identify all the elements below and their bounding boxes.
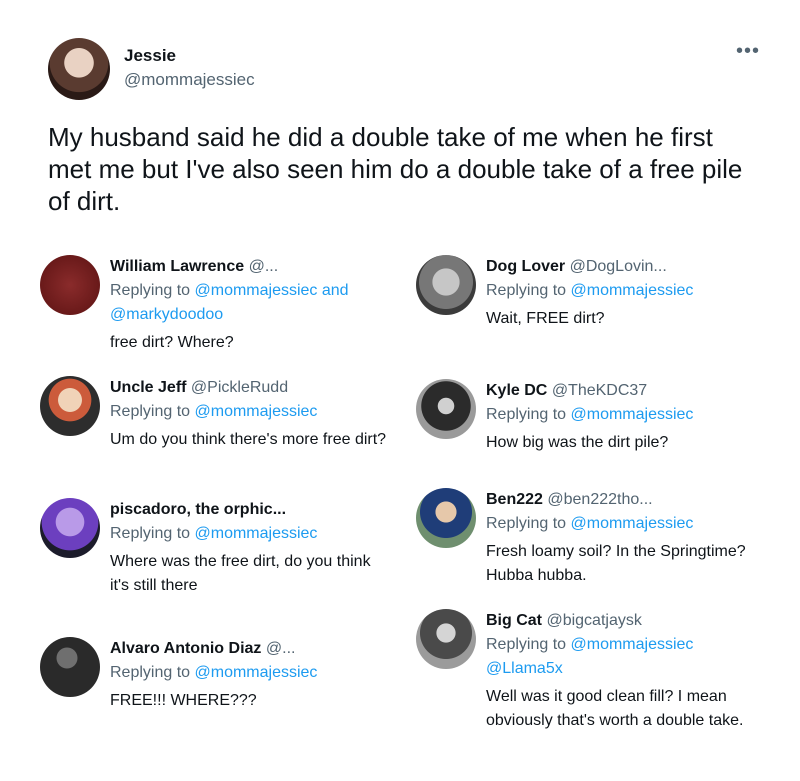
reply-avatar[interactable]	[416, 379, 476, 439]
tweet-header: Jessie @mommajessiec •••	[48, 38, 768, 102]
replying-prefix: Replying to	[110, 525, 191, 542]
reply-avatar[interactable]	[416, 488, 476, 548]
reply-name[interactable]: Kyle DC	[486, 382, 547, 399]
reply-mentions[interactable]: @mommajessiec	[195, 403, 318, 420]
reply-handle[interactable]: @PickleRudd	[191, 379, 288, 396]
reply-handle[interactable]: @...	[249, 258, 279, 275]
tweet-text: My husband said he did a double take of …	[48, 122, 743, 216]
reply-avatar[interactable]	[40, 255, 100, 315]
reply-name[interactable]: Big Cat	[486, 612, 542, 629]
replying-prefix: Replying to	[110, 403, 191, 420]
reply-handle[interactable]: @DogLovin...	[570, 258, 667, 275]
reply-handle[interactable]: @...	[266, 640, 296, 657]
reply-content: Dog Lover @DogLovin... Replying to @momm…	[486, 255, 766, 331]
reply-text: Wait, FREE dirt?	[486, 310, 605, 327]
reply-mentions[interactable]: @mommajessiec	[571, 282, 694, 299]
replying-prefix: Replying to	[110, 664, 191, 681]
reply-name[interactable]: Alvaro Antonio Diaz	[110, 640, 261, 657]
reply-content: Alvaro Antonio Diaz @... Replying to @mo…	[110, 637, 390, 713]
reply-name[interactable]: Dog Lover	[486, 258, 565, 275]
author-avatar[interactable]	[48, 38, 110, 100]
replying-prefix: Replying to	[486, 636, 567, 653]
reply-text: Um do you think there's more free dirt?	[110, 431, 387, 448]
reply-avatar[interactable]	[416, 255, 476, 315]
reply-avatar[interactable]	[40, 376, 100, 436]
more-horizontal-icon[interactable]: •••	[736, 40, 760, 63]
reply-content: William Lawrence @... Replying to @momma…	[110, 255, 390, 355]
reply-avatar[interactable]	[416, 609, 476, 669]
reply-avatar[interactable]	[40, 637, 100, 697]
reply-text: free dirt? Where?	[110, 334, 234, 351]
reply-mentions[interactable]: @mommajessiec	[571, 406, 694, 423]
reply-handle[interactable]: @bigcatjaysk	[546, 612, 641, 629]
reply-handle[interactable]: @ben222tho...	[547, 491, 652, 508]
reply-content: Kyle DC @TheKDC37 Replying to @mommajess…	[486, 379, 766, 455]
reply-name[interactable]: William Lawrence	[110, 258, 244, 275]
reply-handle[interactable]: @TheKDC37	[552, 382, 647, 399]
replying-prefix: Replying to	[110, 282, 191, 299]
replying-prefix: Replying to	[486, 515, 567, 532]
author-name[interactable]: Jessie	[124, 46, 176, 66]
reply-text: Fresh loamy soil? In the Springtime? Hub…	[486, 543, 746, 584]
author-handle[interactable]: @mommajessiec	[124, 70, 255, 90]
reply-content: Big Cat @bigcatjaysk Replying to @mommaj…	[486, 609, 766, 733]
reply-text: FREE!!! WHERE???	[110, 692, 257, 709]
reply-mentions[interactable]: @mommajessiec	[195, 525, 318, 542]
reply-text: Where was the free dirt, do you think it…	[110, 553, 371, 594]
reply-mentions[interactable]: @mommajessiec	[195, 664, 318, 681]
reply-name[interactable]: Uncle Jeff	[110, 379, 186, 396]
reply-mentions[interactable]: @mommajessiec	[571, 515, 694, 532]
reply-name[interactable]: piscadoro, the orphic...	[110, 501, 286, 518]
reply-avatar[interactable]	[40, 498, 100, 558]
replying-prefix: Replying to	[486, 282, 567, 299]
reply-content: Ben222 @ben222tho... Replying to @mommaj…	[486, 488, 766, 588]
reply-content: Uncle Jeff @PickleRudd Replying to @momm…	[110, 376, 390, 452]
reply-text: Well was it good clean fill? I mean obvi…	[486, 688, 744, 729]
replying-prefix: Replying to	[486, 406, 567, 423]
reply-text: How big was the dirt pile?	[486, 434, 669, 451]
reply-content: piscadoro, the orphic... Replying to @mo…	[110, 498, 390, 598]
reply-name[interactable]: Ben222	[486, 491, 543, 508]
